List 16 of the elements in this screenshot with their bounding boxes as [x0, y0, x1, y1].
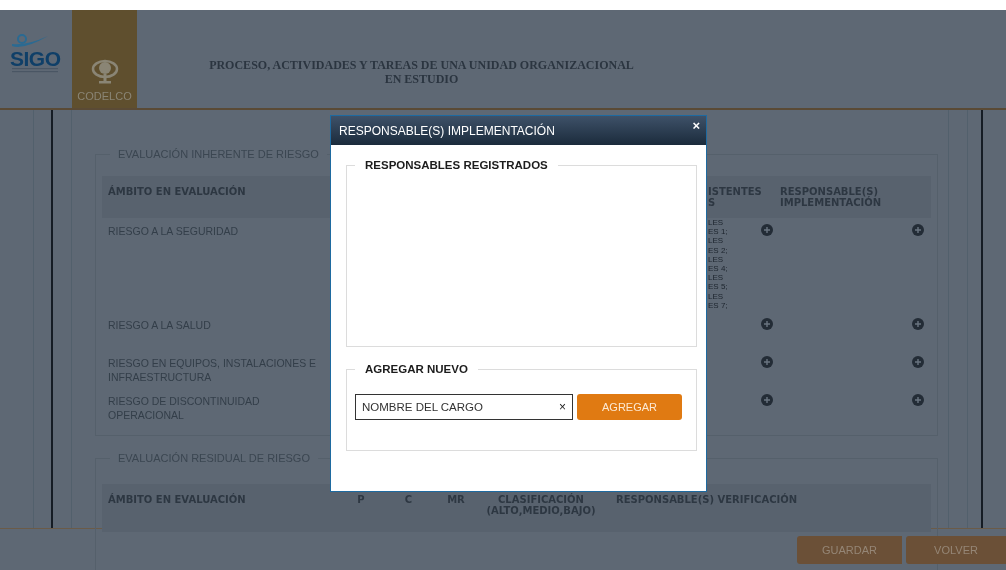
plus-circle-icon[interactable]: [912, 318, 924, 330]
close-button[interactable]: ×: [692, 118, 700, 133]
plus-circle-icon[interactable]: [761, 318, 773, 330]
plus-circle-icon[interactable]: [761, 394, 773, 406]
input-field[interactable]: NOMBRE DEL CARGO ×: [355, 394, 573, 420]
section-legend: AGREGAR NUEVO: [355, 363, 478, 375]
clear-button[interactable]: ×: [553, 400, 572, 414]
section-legend: RESPONSABLES REGISTRADOS: [355, 159, 558, 171]
plus-circle-icon[interactable]: [912, 356, 924, 368]
plus-circle-icon[interactable]: [761, 356, 773, 368]
plus-circle-icon[interactable]: [912, 224, 924, 236]
brand-name: CODELCO: [77, 90, 132, 102]
plus-circle-icon[interactable]: [761, 224, 773, 236]
plus-circle-icon[interactable]: [912, 394, 924, 406]
dialog-title: RESPONSABLE(S) IMPLEMENTACIÓN: [339, 123, 555, 138]
logo-text: SIGO: [10, 50, 61, 68]
